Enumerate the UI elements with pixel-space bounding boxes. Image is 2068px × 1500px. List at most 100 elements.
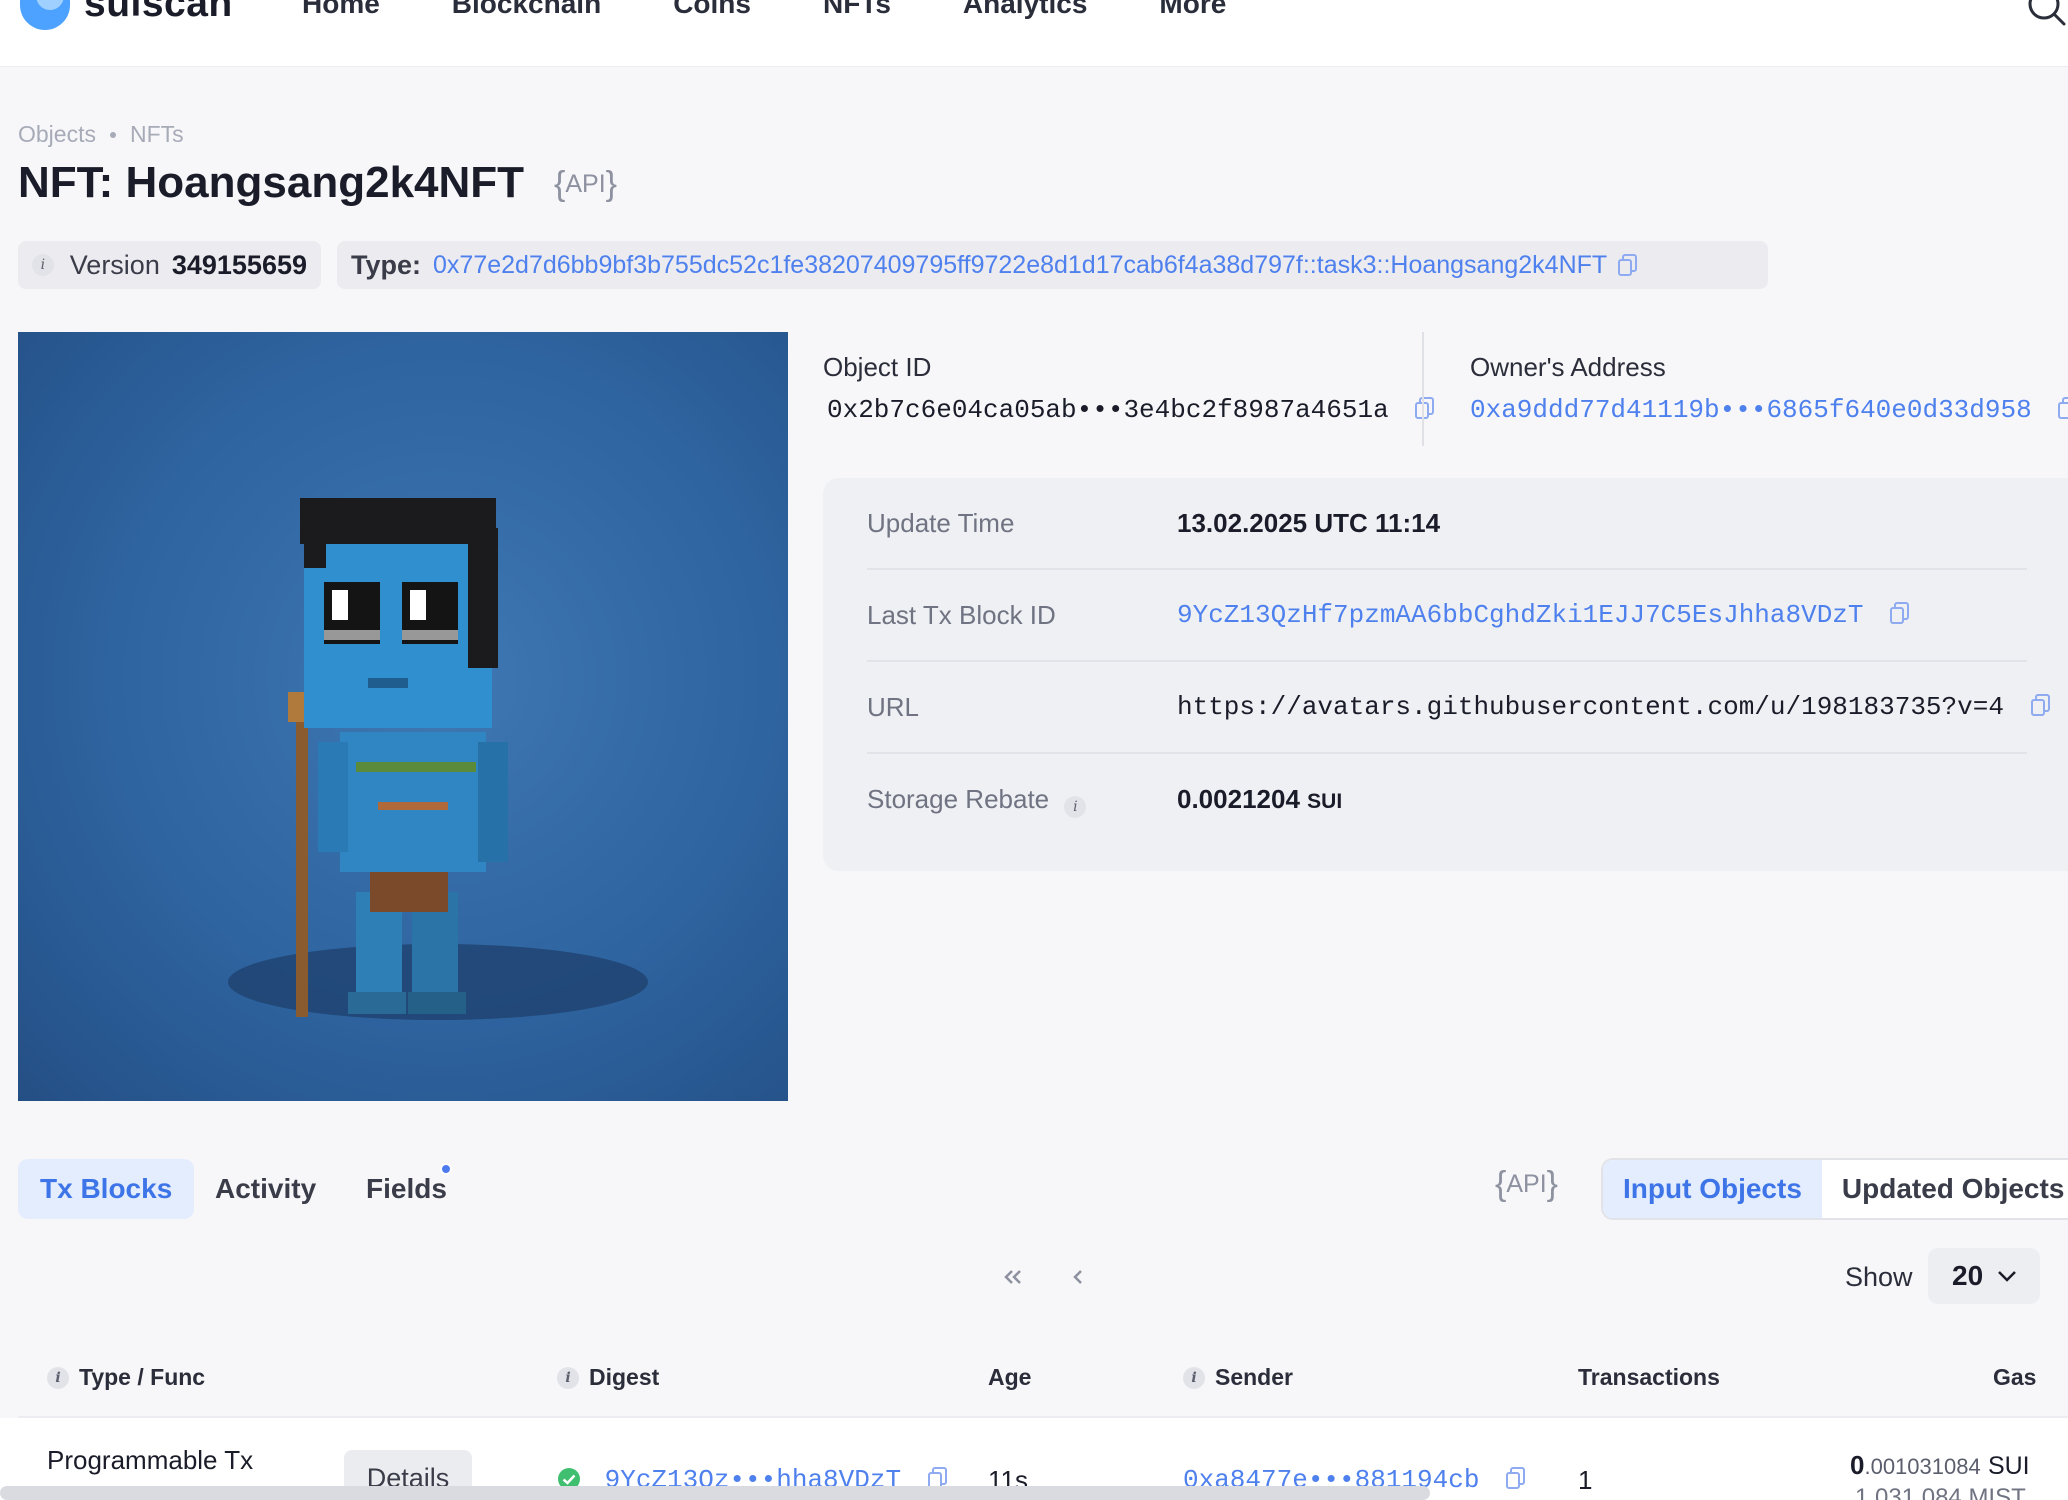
row-gas-unit: SUI xyxy=(1987,1452,2030,1480)
tab-tx-blocks[interactable]: Tx Blocks xyxy=(18,1159,195,1219)
tab-activity[interactable]: Activity xyxy=(193,1159,338,1219)
type-pill: Type: 0x77e2d7d6bb9bf3b755dc52c1fe382074… xyxy=(337,241,1768,289)
row-transactions: 1 xyxy=(1578,1465,1593,1495)
col-header-digest: i Digest xyxy=(557,1364,659,1391)
page-size-select[interactable]: 20 xyxy=(1928,1248,2040,1304)
info-icon[interactable]: i xyxy=(47,1366,69,1389)
api-link[interactable]: {API} xyxy=(1495,1165,1558,1204)
info-icon[interactable]: i xyxy=(1183,1366,1205,1389)
col-header-sender: i Sender xyxy=(1183,1364,1293,1391)
update-time-value: 13.02.2025 UTC 11:14 xyxy=(1177,508,1441,538)
update-time-label: Update Time xyxy=(867,508,1015,538)
detail-row-url: URL https://avatars.githubusercontent.co… xyxy=(867,662,2050,754)
col-age-label: Age xyxy=(988,1364,1032,1390)
version-label: Version xyxy=(69,249,160,280)
object-id-label: Object ID xyxy=(823,352,932,382)
nft-avatar-illustration xyxy=(228,498,648,1020)
breadcrumb-objects[interactable]: Objects xyxy=(18,121,96,148)
version-value: 349155659 xyxy=(171,249,307,280)
fields-notification-dot xyxy=(440,1163,452,1175)
owner-address-link[interactable]: 0xa9ddd77d41119b•••6865f640e0d33d958 xyxy=(1470,395,2032,425)
api-brace-close: } xyxy=(605,165,618,203)
copy-icon[interactable] xyxy=(1889,601,1911,625)
site-logo-text[interactable]: suiscan xyxy=(84,0,233,26)
info-icon[interactable]: i xyxy=(1064,796,1087,818)
api-link[interactable]: {API} xyxy=(554,165,617,204)
show-label: Show xyxy=(1845,1262,1913,1292)
object-id-text[interactable]: 0x2b7c6e04ca05ab•••3e4bc2f8987a4651a xyxy=(827,395,1389,425)
main-nav: Home Blockchain Coins NFTs Analytics Mor… xyxy=(302,0,1298,20)
row-gas: 0.001031084 SUI xyxy=(1850,1450,2030,1481)
api-brace-close: } xyxy=(1546,1165,1559,1203)
nav-nfts[interactable]: NFTs xyxy=(823,0,891,20)
col-type-func-label: Type / Func xyxy=(79,1364,206,1390)
col-sender-label: Sender xyxy=(1215,1364,1293,1390)
detail-row-storage-rebate: Storage Rebate i 0.0021204 SUI xyxy=(867,754,2027,846)
segment-updated-objects[interactable]: Updated Objects xyxy=(1822,1160,2068,1218)
breadcrumb-nfts[interactable]: NFTs xyxy=(130,121,184,148)
api-brace-open: { xyxy=(554,165,566,203)
info-icon[interactable]: i xyxy=(557,1366,579,1389)
row-gas-int: 0 xyxy=(1850,1450,1865,1480)
api-label: API xyxy=(1506,1170,1547,1198)
col-digest-label: Digest xyxy=(589,1364,660,1390)
search-icon[interactable] xyxy=(2024,0,2068,28)
api-brace-open: { xyxy=(1495,1165,1507,1203)
col-transactions-label: Transactions xyxy=(1578,1364,1720,1390)
url-value: https://avatars.githubusercontent.com/u/… xyxy=(1177,692,2052,722)
storage-rebate-value: 0.0021204 xyxy=(1177,784,1300,814)
url-text[interactable]: https://avatars.githubusercontent.com/u/… xyxy=(1177,692,2004,722)
copy-icon[interactable] xyxy=(2030,693,2052,717)
row-gas-frac: .001031084 xyxy=(1864,1454,1981,1479)
copy-icon[interactable] xyxy=(2057,396,2068,420)
detail-row-update-time: Update Time 13.02.2025 UTC 11:14 xyxy=(867,478,2027,570)
previous-page-icon[interactable] xyxy=(1058,1257,1098,1297)
first-page-icon[interactable] xyxy=(993,1257,1033,1297)
copy-icon[interactable] xyxy=(1414,396,1436,420)
type-label: Type: xyxy=(351,249,422,280)
copy-icon[interactable] xyxy=(1617,253,1639,277)
type-value-link[interactable]: 0x77e2d7d6bb9bf3b755dc52c1fe38207409795f… xyxy=(433,251,1607,280)
suiscan-logo-icon[interactable] xyxy=(20,0,70,30)
col-header-age: Age xyxy=(988,1364,1031,1391)
breadcrumb: Objects NFTs xyxy=(18,121,184,148)
page-size-value: 20 xyxy=(1952,1260,1984,1291)
owner-address-value: 0xa9ddd77d41119b•••6865f640e0d33d958 xyxy=(1470,395,2068,425)
last-tx-block-link[interactable]: 9YcZ13QzHf7pzmAA6bbCghdZki1EJJ7C5EsJhha8… xyxy=(1177,600,1864,630)
nft-image xyxy=(18,332,788,1101)
nav-analytics[interactable]: Analytics xyxy=(963,0,1088,20)
objects-segment-control: Input Objects Updated Objects xyxy=(1601,1158,2068,1220)
copy-icon[interactable] xyxy=(1505,1466,1527,1490)
col-gas-label: Gas xyxy=(1993,1364,2037,1390)
storage-rebate-value-wrap: 0.0021204 SUI xyxy=(1177,784,1342,815)
last-tx-block-value: 9YcZ13QzHf7pzmAA6bbCghdZki1EJJ7C5EsJhha8… xyxy=(1177,600,1911,630)
col-header-gas: Gas xyxy=(1993,1364,2036,1391)
vertical-divider xyxy=(1422,332,1424,446)
nav-home[interactable]: Home xyxy=(302,0,380,20)
owner-address-label: Owner's Address xyxy=(1470,352,1666,382)
nav-more[interactable]: More xyxy=(1159,0,1226,20)
detail-row-last-tx-block: Last Tx Block ID 9YcZ13QzHf7pzmAA6bbCghd… xyxy=(867,570,2027,662)
nav-coins[interactable]: Coins xyxy=(673,0,751,20)
row-type: Programmable Tx xyxy=(47,1445,254,1475)
page-title: NFT: Hoangsang2k4NFT xyxy=(18,158,525,207)
nav-blockchain[interactable]: Blockchain xyxy=(452,0,601,20)
object-id-value: 0x2b7c6e04ca05ab•••3e4bc2f8987a4651a xyxy=(827,395,1436,425)
top-navigation-bar: suiscan Home Blockchain Coins NFTs Analy… xyxy=(0,0,2068,67)
segment-input-objects[interactable]: Input Objects xyxy=(1603,1160,1822,1218)
chevron-down-icon xyxy=(1998,1271,2017,1282)
col-header-transactions: Transactions xyxy=(1578,1364,1720,1391)
col-header-type-func: i Type / Func xyxy=(47,1364,205,1391)
breadcrumb-separator xyxy=(109,131,116,138)
version-pill: i Version 349155659 xyxy=(18,241,321,289)
info-icon[interactable]: i xyxy=(32,254,54,276)
storage-rebate-label: Storage Rebate xyxy=(867,784,1050,814)
horizontal-scrollbar[interactable] xyxy=(0,1486,1430,1500)
storage-rebate-unit: SUI xyxy=(1307,790,1343,813)
row-gas-mist: 1,031,084 MIST xyxy=(1855,1484,2026,1500)
url-label: URL xyxy=(867,692,920,722)
api-label: API xyxy=(565,170,606,198)
last-tx-block-label: Last Tx Block ID xyxy=(867,600,1056,630)
storage-rebate-label-wrap: Storage Rebate i xyxy=(867,784,1087,818)
object-details-card: Update Time 13.02.2025 UTC 11:14 Last Tx… xyxy=(823,478,2068,871)
